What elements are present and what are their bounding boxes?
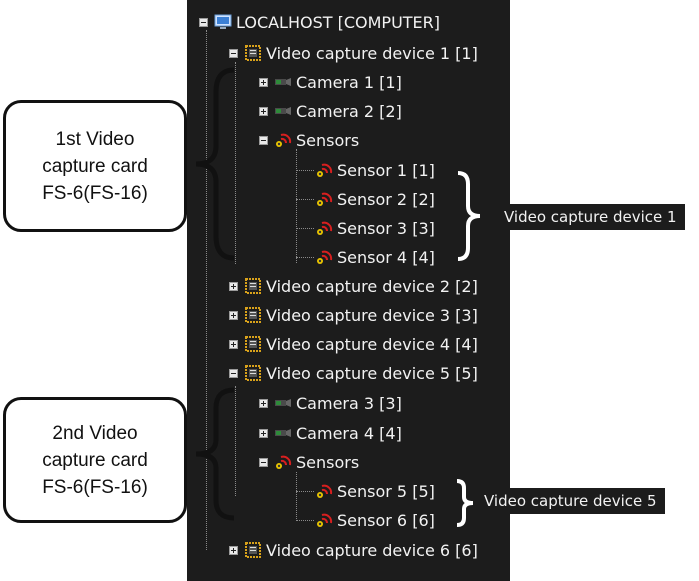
sensor-icon — [315, 190, 333, 208]
tree-node-label: Sensor 2 [2] — [337, 189, 435, 209]
tree-guide-line — [296, 257, 314, 258]
camera-icon — [274, 102, 292, 120]
capture-card-icon — [244, 44, 262, 62]
capture-card-icon — [244, 306, 262, 324]
sensor-icon — [315, 161, 333, 179]
tree-node-sensors[interactable]: Sensors — [259, 449, 359, 475]
tree-node-camera[interactable]: Camera 3 [3] — [259, 390, 402, 416]
tree-guide-line — [296, 520, 314, 521]
tree-node-sensor[interactable]: Sensor 5 [5] — [315, 478, 435, 504]
tree-node-label: Video capture device 2 [2] — [266, 276, 478, 296]
group-label-5: Video capture device 5 — [476, 488, 665, 514]
sensor-icon — [315, 511, 333, 529]
tree-node-sensors[interactable]: Sensors — [259, 127, 359, 153]
tree-node-label: Video capture device 5 [5] — [266, 363, 478, 383]
tree-guide-line — [296, 149, 297, 263]
tree-node-camera[interactable]: Camera 4 [4] — [259, 420, 402, 446]
expand-icon[interactable] — [259, 77, 268, 87]
collapse-icon[interactable] — [259, 457, 268, 467]
tree-node-label: Video capture device 4 [4] — [266, 334, 478, 354]
tree-node-device[interactable]: Video capture device 3 [3] — [229, 302, 478, 328]
brace-card-1 — [195, 67, 235, 261]
tree-node-camera[interactable]: Camera 1 [1] — [259, 69, 402, 95]
tree-node-label: Video capture device 3 [3] — [266, 305, 478, 325]
tree-node-label: Sensors — [296, 452, 360, 472]
tree-node-label: Sensors — [296, 130, 360, 150]
tree-node-label: Camera 2 [2] — [296, 101, 402, 121]
tree-node-label: Camera 1 [1] — [296, 72, 402, 92]
group-label-1: Video capture device 1 — [496, 204, 685, 230]
expand-icon[interactable] — [259, 398, 268, 408]
capture-card-icon — [244, 335, 262, 353]
sensor-icon — [315, 248, 333, 266]
tree-node-sensor[interactable]: Sensor 4 [4] — [315, 244, 435, 270]
tree-node-label: Sensor 6 [6] — [337, 510, 435, 530]
tree-node-label: Video capture device 6 [6] — [266, 540, 478, 560]
sensor-icon — [315, 219, 333, 237]
tree-node-label: Sensor 5 [5] — [337, 481, 435, 501]
tree-node-label: Camera 3 [3] — [296, 393, 402, 413]
camera-icon — [274, 394, 292, 412]
sensor-icon — [274, 453, 292, 471]
capture-card-icon — [244, 541, 262, 559]
tree-guide-line — [296, 472, 297, 521]
callout-text: 1st Video capture card FS-6(FS-16) — [42, 128, 148, 204]
tree-node-device[interactable]: Video capture device 6 [6] — [229, 537, 478, 563]
tree-guide-line — [296, 199, 314, 200]
tree-node-sensor[interactable]: Sensor 3 [3] — [315, 215, 435, 241]
tree-node-label: Sensor 3 [3] — [337, 218, 435, 238]
expand-icon[interactable] — [229, 281, 238, 291]
tree-node-sensor[interactable]: Sensor 1 [1] — [315, 157, 435, 183]
expand-icon[interactable] — [229, 339, 238, 349]
tree-node-label: Sensor 1 [1] — [337, 160, 435, 180]
tree-node-label: Video capture device 1 [1] — [266, 43, 478, 63]
collapse-icon[interactable] — [229, 368, 238, 378]
tree-guide-line — [296, 228, 314, 229]
tree-node-device[interactable]: Video capture device 5 [5] — [229, 360, 478, 386]
brace-group-1 — [457, 171, 481, 261]
tree-guide-line — [296, 491, 314, 492]
tree-node-device[interactable]: Video capture device 1 [1] — [229, 40, 478, 66]
expand-icon[interactable] — [229, 310, 238, 320]
sensor-icon — [315, 482, 333, 500]
expand-icon[interactable] — [259, 106, 268, 116]
tree-node-label: LOCALHOST [COMPUTER] — [236, 12, 441, 32]
tree-node-device[interactable]: Video capture device 4 [4] — [229, 331, 478, 357]
tree-guide-line — [296, 170, 314, 171]
callout-text: 2nd Video capture card FS-6(FS-16) — [42, 422, 148, 498]
collapse-icon[interactable] — [259, 135, 268, 145]
tree-node-label: Camera 4 [4] — [296, 423, 402, 443]
collapse-icon[interactable] — [199, 17, 208, 27]
brace-card-2 — [195, 387, 235, 521]
tree-node-camera[interactable]: Camera 2 [2] — [259, 98, 402, 124]
tree-node-sensor[interactable]: Sensor 2 [2] — [315, 186, 435, 212]
sensor-icon — [274, 131, 292, 149]
camera-icon — [274, 424, 292, 442]
tree-node-label: Sensor 4 [4] — [337, 247, 435, 267]
callout-card-2: 2nd Video capture card FS-6(FS-16) — [3, 397, 187, 523]
capture-card-icon — [244, 364, 262, 382]
callout-card-1: 1st Video capture card FS-6(FS-16) — [3, 100, 187, 232]
collapse-icon[interactable] — [229, 48, 238, 58]
tree-node-root[interactable]: LOCALHOST [COMPUTER] — [199, 9, 440, 35]
expand-icon[interactable] — [259, 428, 268, 438]
capture-card-icon — [244, 277, 262, 295]
camera-icon — [274, 73, 292, 91]
tree-node-device[interactable]: Video capture device 2 [2] — [229, 273, 478, 299]
tree-node-sensor[interactable]: Sensor 6 [6] — [315, 507, 435, 533]
monitor-icon — [214, 13, 232, 31]
expand-icon[interactable] — [229, 545, 238, 555]
